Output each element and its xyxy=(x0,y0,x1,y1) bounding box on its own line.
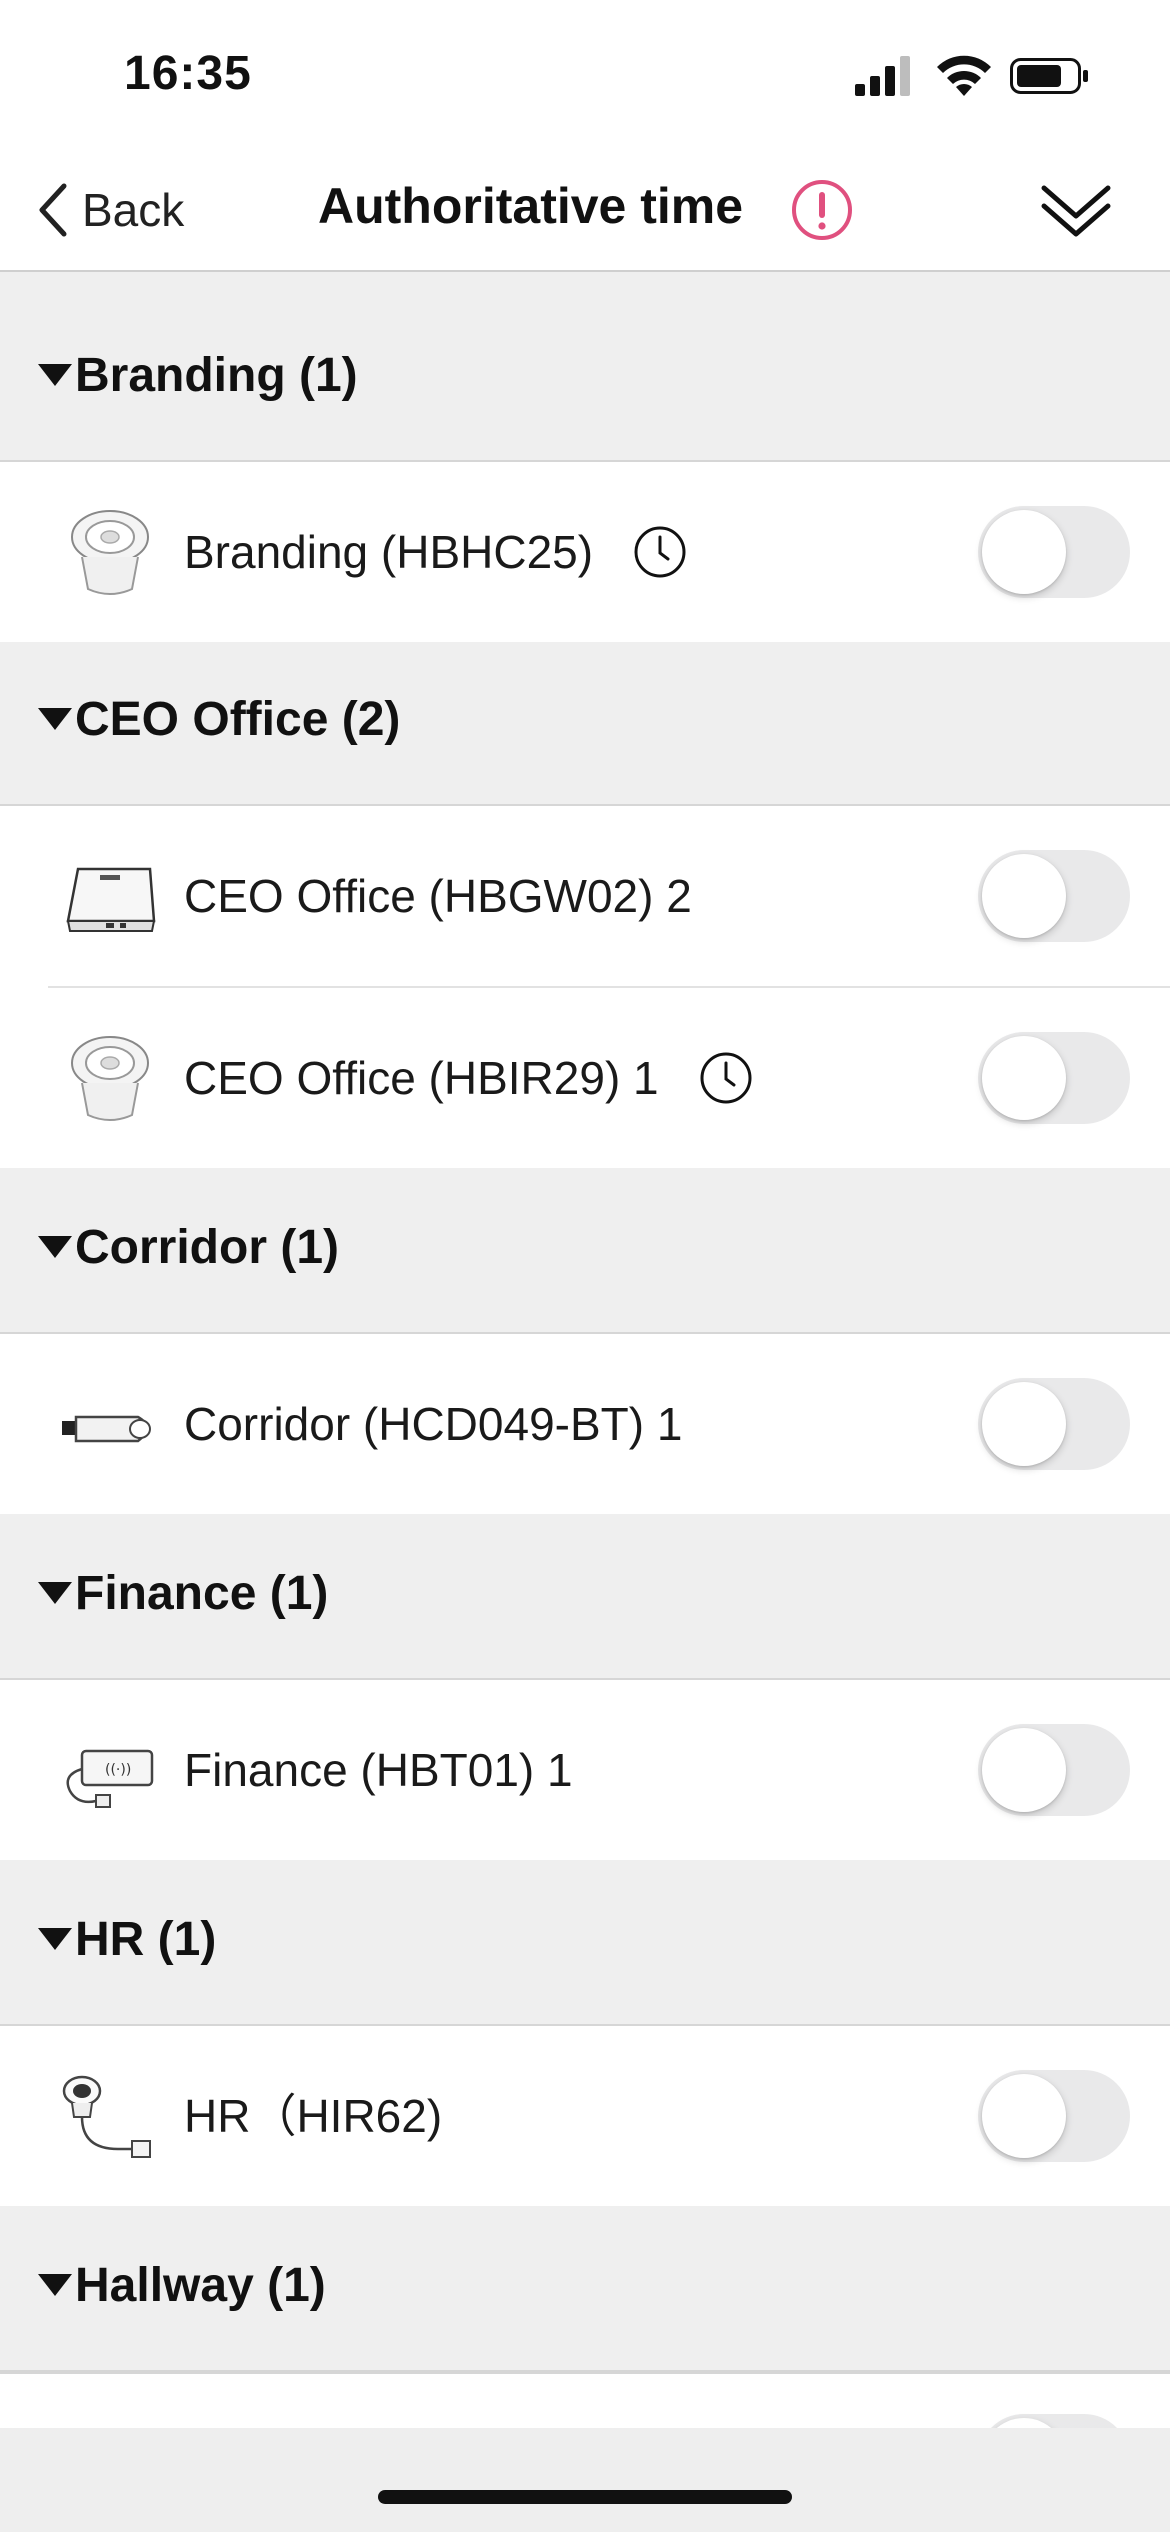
device-row: ((·)) Finance (HBT01) 1 xyxy=(0,1680,1170,1860)
device-row: HR（HIR62) xyxy=(0,2026,1170,2206)
triangle-down-icon xyxy=(38,1928,72,1950)
nav-bar: Back Authoritative time xyxy=(0,150,1170,272)
group-label: Branding (1) xyxy=(75,349,358,402)
authoritative-time-toggle[interactable] xyxy=(978,1724,1130,1816)
group-header-hallway[interactable]: Hallway (1) xyxy=(0,2206,1170,2372)
toggle-knob xyxy=(982,854,1066,938)
authoritative-time-toggle[interactable] xyxy=(978,506,1130,598)
triangle-down-icon xyxy=(38,2274,72,2296)
toggle-knob xyxy=(982,510,1066,594)
group-header-corridor[interactable]: Corridor (1) xyxy=(0,1168,1170,1334)
group-header-ceo-office[interactable]: CEO Office (2) xyxy=(0,642,1170,806)
triangle-down-icon xyxy=(38,364,72,386)
device-row: CEO Office (HBIR29) 1 xyxy=(0,988,1170,1168)
device-row: Branding (HBHC25) xyxy=(0,462,1170,642)
page-title: Authoritative time xyxy=(318,178,744,234)
authoritative-time-toggle[interactable] xyxy=(978,1032,1130,1124)
device-label: Corridor (HCD049-BT) 1 xyxy=(184,1398,683,1450)
ir-sensor-cable-icon xyxy=(62,2075,151,2158)
toggle-knob xyxy=(982,1382,1066,1466)
authoritative-time-toggle[interactable] xyxy=(978,1378,1130,1470)
device-label: Finance (HBT01) 1 xyxy=(184,1744,573,1796)
bottom-safe-area xyxy=(0,2428,1170,2532)
gateway-box-icon xyxy=(66,867,156,932)
triangle-down-icon xyxy=(38,1582,72,1604)
ceiling-sensor-icon xyxy=(71,1036,149,1121)
group-header-branding[interactable]: Branding (1) xyxy=(0,272,1170,462)
svg-text:((·)): ((·)) xyxy=(105,1762,131,1778)
group-label: HR (1) xyxy=(75,1913,217,1966)
wifi-icon xyxy=(937,55,991,96)
group-label: Hallway (1) xyxy=(75,2259,326,2312)
battery-icon xyxy=(1010,58,1088,94)
ceiling-sensor-icon xyxy=(71,510,149,595)
transmitter-module-icon: ((·)) xyxy=(66,1749,154,1808)
status-time: 16:35 xyxy=(124,47,252,100)
device-label: Branding (HBHC25) xyxy=(184,522,687,582)
collapse-all-icon[interactable] xyxy=(1040,176,1112,246)
home-indicator[interactable] xyxy=(378,2490,792,2504)
device-list: Branding (1) Branding (HBHC25) CEO Offic… xyxy=(0,272,1170,2372)
group-label: Corridor (1) xyxy=(75,1221,339,1274)
clock-icon xyxy=(700,1052,752,1104)
device-row: Corridor (HCD049-BT) 1 xyxy=(0,1334,1170,1514)
device-row: CEO Office (HBGW02) 2 xyxy=(48,806,1170,988)
chevron-left-icon xyxy=(39,183,67,237)
alert-icon[interactable] xyxy=(790,178,854,242)
triangle-down-icon xyxy=(38,1236,72,1258)
authoritative-time-toggle[interactable] xyxy=(978,850,1130,942)
device-label: HR（HIR62) xyxy=(184,2090,443,2142)
back-label: Back xyxy=(82,184,185,236)
group-header-hr[interactable]: HR (1) xyxy=(0,1860,1170,2026)
cellular-signal-icon xyxy=(855,56,910,96)
toggle-knob xyxy=(982,1728,1066,1812)
toggle-knob xyxy=(982,2074,1066,2158)
triangle-down-icon xyxy=(38,708,72,730)
back-button[interactable]: Back xyxy=(36,180,184,240)
group-label: CEO Office (2) xyxy=(75,693,401,746)
device-label: CEO Office (HBGW02) 2 xyxy=(184,870,692,922)
authoritative-time-toggle[interactable] xyxy=(978,2070,1130,2162)
toggle-knob xyxy=(982,1036,1066,1120)
device-label: CEO Office (HBIR29) 1 xyxy=(184,1048,753,1108)
clock-icon xyxy=(634,526,686,578)
group-header-finance[interactable]: Finance (1) xyxy=(0,1514,1170,1680)
device-row xyxy=(0,2372,1170,2434)
group-label: Finance (1) xyxy=(75,1567,329,1620)
bluetooth-dongle-icon xyxy=(62,1415,151,1443)
status-bar: 16:35 xyxy=(0,0,1170,150)
